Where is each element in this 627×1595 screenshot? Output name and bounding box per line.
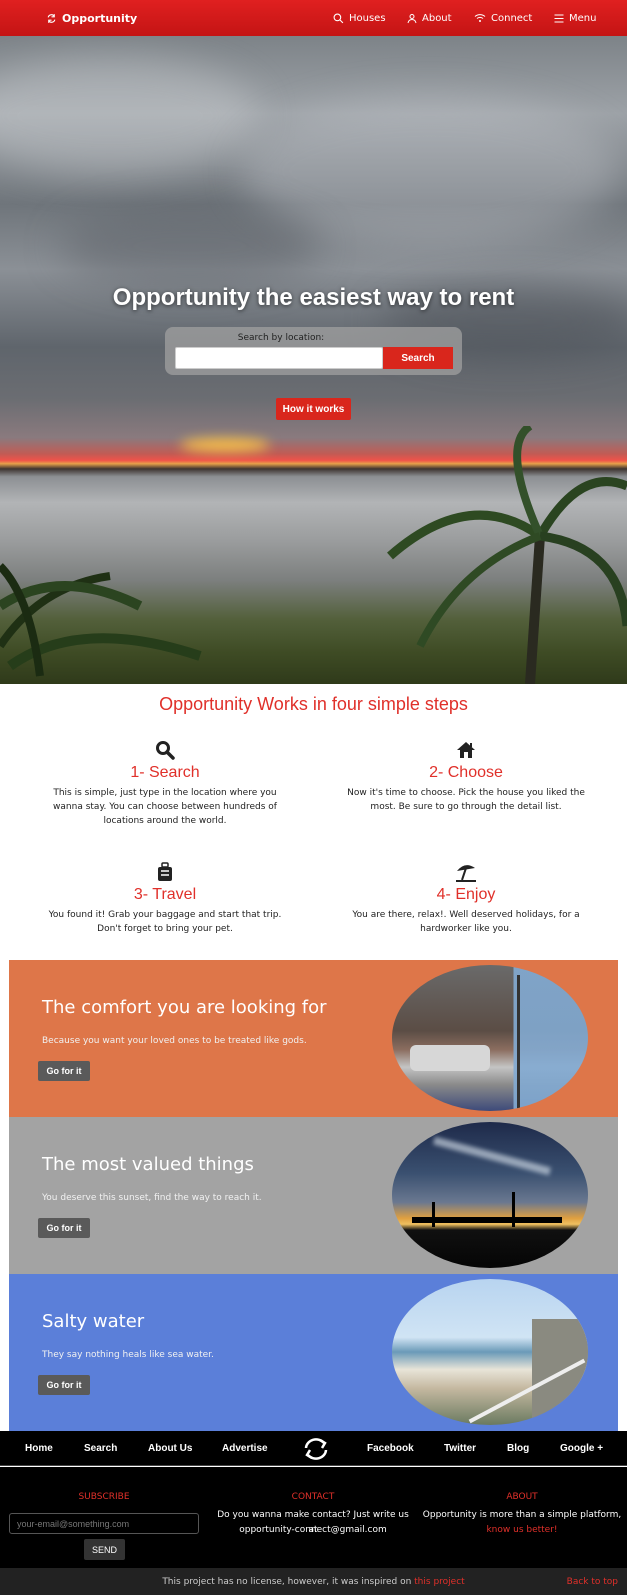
feature-text: Because you want your loved ones to be t… [42,1036,307,1046]
window-frame [517,975,520,1111]
subscribe-email-input[interactable]: your-email@something.com [9,1513,199,1534]
brand-logo[interactable]: Opportunity [46,0,137,36]
footer-link-about-us[interactable]: About Us [148,1431,192,1466]
footer: SUBSCRIBE your-email@something.com SEND … [0,1467,627,1568]
send-button[interactable]: SEND [84,1539,125,1560]
footer-link-facebook[interactable]: Facebook [367,1431,414,1466]
hero-palm-left-image [0,563,202,677]
step-heading: 3- Travel [133,886,197,903]
pier-post [432,1202,435,1227]
search-panel: Search by location: Search [165,327,462,375]
steps-section: Opportunity Works in four simple steps 1… [9,684,618,960]
nav-houses[interactable]: Houses [333,0,386,36]
hero-title: Opportunity the easiest way to rent [112,284,515,311]
footer-link-google-plus[interactable]: Google + [560,1431,603,1466]
feature-valued: The most valued things You deserve this … [9,1117,618,1274]
bottom-bar: This project has no license, however, it… [0,1568,627,1595]
search-label: Search by location: [237,333,325,343]
contact-heading: CONTACT [291,1492,335,1502]
hero-section: Opportunity the easiest way to rent Sear… [0,36,627,684]
hero-cloud [60,206,320,286]
step-search: 1- Search This is simple, just type in t… [40,740,290,828]
hero-palm-right-image [387,426,627,684]
search-icon [333,13,344,23]
back-to-top-link[interactable]: Back to top [567,1577,618,1587]
beach-balcony-image [392,1279,588,1425]
refresh-logo-icon [304,1437,328,1460]
nav-connect[interactable]: Connect [474,0,532,36]
hero-sun [180,438,270,452]
step-enjoy: 4- Enjoy You are there, relax!. Well des… [341,862,591,936]
brand-name: Opportunity [62,11,138,25]
sofa-shape [410,1045,490,1071]
top-navbar: Opportunity Houses About Connect Menu [0,0,627,36]
contact-email-link[interactable]: opportunity-connect@gmail.com [213,1523,413,1538]
house-icon [457,742,475,758]
footer-link-search[interactable]: Search [84,1431,117,1466]
pier-post [512,1192,515,1227]
footer-link-home[interactable]: Home [25,1431,53,1466]
search-button[interactable]: Search [383,347,453,369]
footer-navbar: Home Search About Us Advertise Facebook … [0,1431,627,1466]
refresh-logo-icon [47,13,56,23]
feature-title: The comfort you are looking for [42,997,327,1018]
footer-link-blog[interactable]: Blog [507,1431,529,1466]
nav-menu[interactable]: Menu [554,0,596,36]
go-for-it-button[interactable]: Go for it [38,1218,90,1238]
license-label: This project has no license, however, it… [162,1576,412,1587]
steps-title: Opportunity Works in four simple steps [159,694,468,714]
nav-menu-label: Menu [569,12,597,24]
feature-salty: Salty water They say nothing heals like … [9,1274,618,1431]
feature-text: You deserve this sunset, find the way to… [42,1193,262,1203]
nav-connect-label: Connect [491,12,533,24]
user-icon [407,13,417,23]
sunset-pier-image [392,1122,588,1268]
step-heading: 1- Search [130,764,200,781]
step-text: Now it's time to choose. Pick the house … [347,788,585,812]
footer-link-advertise[interactable]: Advertise [222,1431,268,1466]
feature-text: They say nothing heals like sea water. [42,1350,214,1360]
step-text: You are there, relax!. Well deserved hol… [352,910,580,934]
nav-about[interactable]: About [407,0,452,36]
footer-refresh-logo[interactable] [302,1431,330,1466]
step-text: This is simple, just type in the locatio… [53,788,277,826]
know-us-better-link[interactable]: know us better! [422,1523,622,1538]
feature-title: The most valued things [42,1154,254,1175]
subscribe-heading: SUBSCRIBE [78,1492,130,1502]
feature-comfort: The comfort you are looking for Because … [9,960,618,1117]
feature-title: Salty water [42,1311,145,1332]
license-text: This project has no license, however, it… [0,1577,627,1587]
about-heading: ABOUT [506,1492,538,1502]
location-search-input[interactable] [175,347,383,369]
step-travel: 3- Travel You found it! Grab your baggag… [40,862,290,936]
go-for-it-button[interactable]: Go for it [38,1061,90,1081]
suitcase-icon [158,862,172,881]
beach-umbrella-icon [456,865,476,882]
nav-houses-label: Houses [349,12,386,24]
step-text: You found it! Grab your baggage and star… [48,910,282,934]
hero-cloud [0,56,260,176]
step-heading: 4- Enjoy [436,886,496,903]
wifi-icon [474,14,486,22]
nav-about-label: About [422,12,452,24]
go-for-it-button[interactable]: Go for it [38,1375,90,1395]
hamburger-icon [554,14,564,22]
inspiration-link[interactable]: this project [414,1577,465,1587]
contrail [433,1136,551,1176]
about-text: Opportunity is more than a simple platfo… [422,1510,622,1520]
step-choose: 2- Choose Now it's time to choose. Pick … [341,740,591,814]
step-heading: 2- Choose [429,764,503,781]
magnifier-icon [156,741,175,760]
living-room-image [392,965,588,1111]
footer-link-twitter[interactable]: Twitter [444,1431,476,1466]
how-it-works-button[interactable]: How it works [276,398,351,420]
